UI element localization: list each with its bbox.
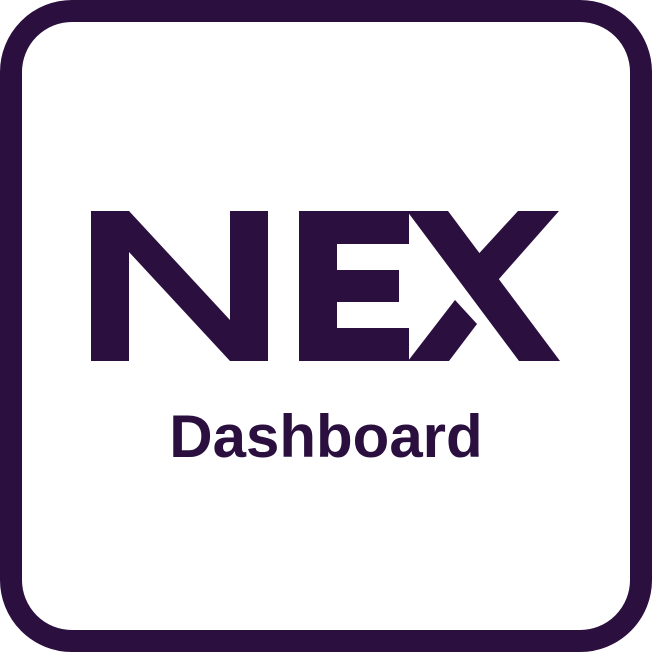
logo-letter-x xyxy=(407,211,560,361)
nex-logo xyxy=(91,211,560,361)
logo-letter-n xyxy=(91,211,268,361)
product-name: Dashboard xyxy=(169,403,483,470)
logo-letter-e xyxy=(299,211,409,361)
